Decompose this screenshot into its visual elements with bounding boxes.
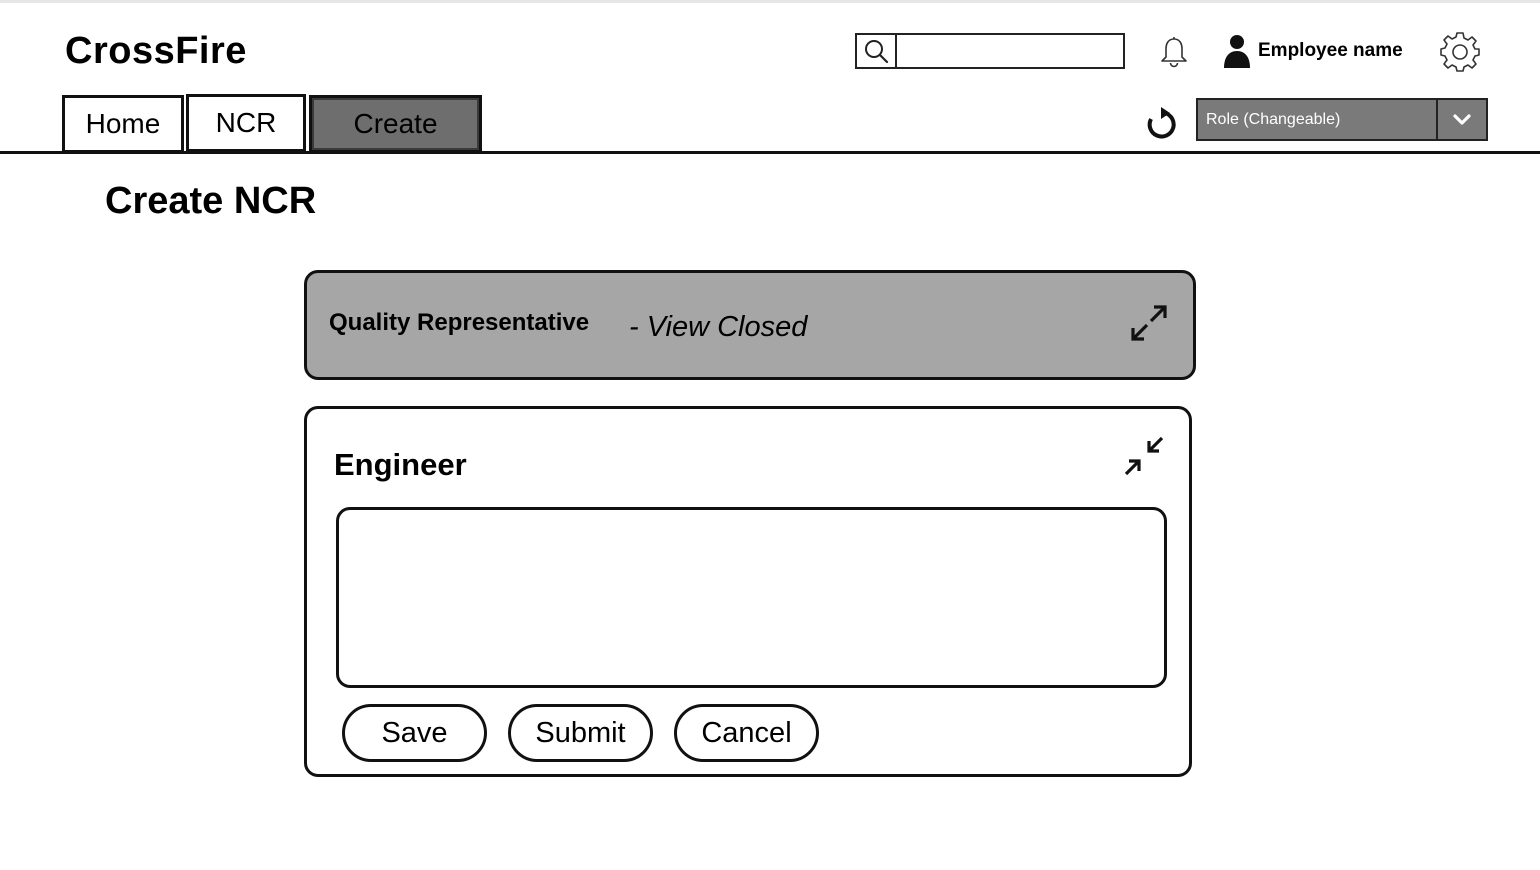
engineer-panel: Engineer Save Submit Cancel — [304, 406, 1192, 777]
refresh-button[interactable] — [1142, 104, 1180, 142]
quality-panel-status: - View Closed — [629, 311, 808, 343]
role-select-toggle[interactable] — [1436, 100, 1486, 139]
search-icon — [865, 40, 889, 64]
bell-icon — [1161, 37, 1187, 68]
quality-representative-panel[interactable]: Quality Representative - View Closed — [304, 270, 1196, 380]
search-button[interactable] — [857, 35, 897, 67]
collapse-button[interactable] — [1122, 434, 1166, 478]
page-title: Create NCR — [105, 180, 317, 222]
notifications-button[interactable] — [1158, 35, 1190, 69]
save-button[interactable]: Save — [342, 704, 487, 762]
refresh-icon — [1147, 107, 1176, 139]
gear-icon — [1440, 32, 1480, 72]
chevron-down-icon — [1453, 113, 1471, 125]
expand-icon — [1131, 305, 1167, 341]
settings-button[interactable] — [1438, 30, 1482, 74]
app-title: CrossFire — [65, 30, 247, 72]
search-bar[interactable] — [855, 33, 1125, 69]
role-select[interactable]: Role (Changeable) — [1196, 98, 1488, 141]
tab-create[interactable]: Create — [309, 95, 482, 153]
top-border — [0, 0, 1540, 3]
quality-panel-title: Quality Representative — [329, 309, 590, 336]
cancel-button[interactable]: Cancel — [674, 704, 819, 762]
tab-ncr-label: NCR — [215, 107, 277, 138]
user-menu[interactable]: Employee name — [1222, 32, 1403, 70]
engineer-text-area[interactable] — [336, 507, 1167, 688]
tab-home-label: Home — [85, 108, 161, 139]
tab-home[interactable]: Home — [62, 95, 184, 153]
user-icon — [1224, 35, 1250, 68]
submit-button[interactable]: Submit — [508, 704, 653, 762]
header-divider — [0, 151, 1540, 154]
tab-create-label: Create — [353, 108, 438, 139]
collapse-icon — [1124, 436, 1164, 476]
tab-ncr[interactable]: NCR — [186, 94, 306, 152]
role-select-value: Role (Changeable) — [1206, 110, 1341, 128]
expand-button[interactable] — [1127, 301, 1171, 345]
search-input[interactable] — [897, 35, 1123, 67]
user-name: Employee name — [1258, 40, 1403, 61]
engineer-panel-title: Engineer — [334, 447, 467, 482]
